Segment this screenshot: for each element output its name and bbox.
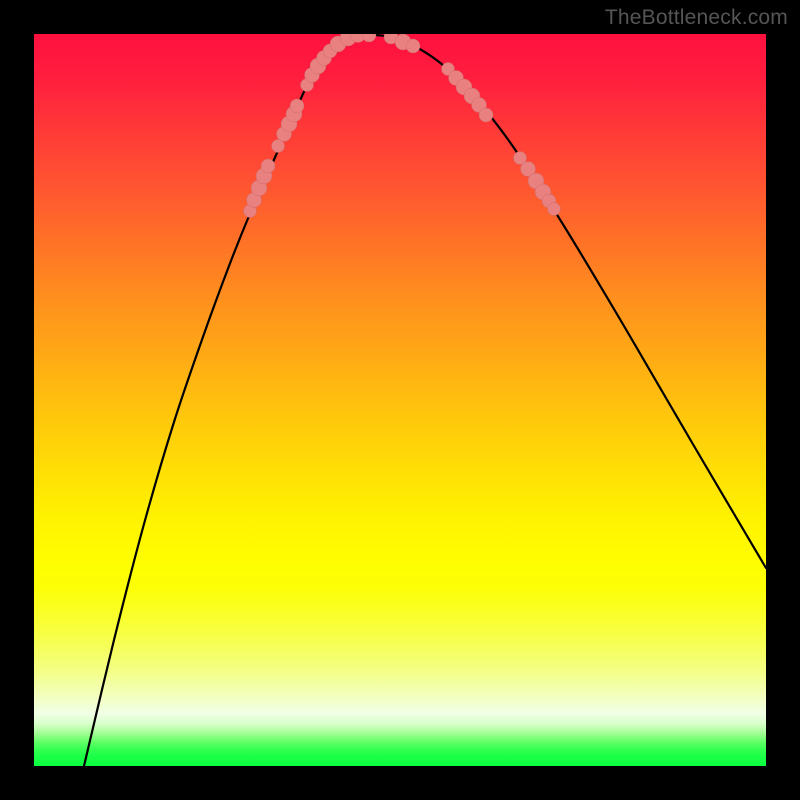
bottleneck-curve — [84, 35, 766, 766]
data-markers — [244, 34, 561, 218]
watermark-label: TheBottleneck.com — [605, 6, 788, 30]
chart-svg — [34, 34, 766, 766]
plot-area — [34, 34, 766, 766]
curve-path — [84, 35, 766, 766]
data-marker — [406, 39, 420, 53]
data-marker — [362, 34, 376, 42]
data-marker — [548, 203, 561, 216]
data-marker — [261, 159, 275, 173]
data-marker — [479, 108, 493, 122]
data-marker — [290, 99, 304, 113]
